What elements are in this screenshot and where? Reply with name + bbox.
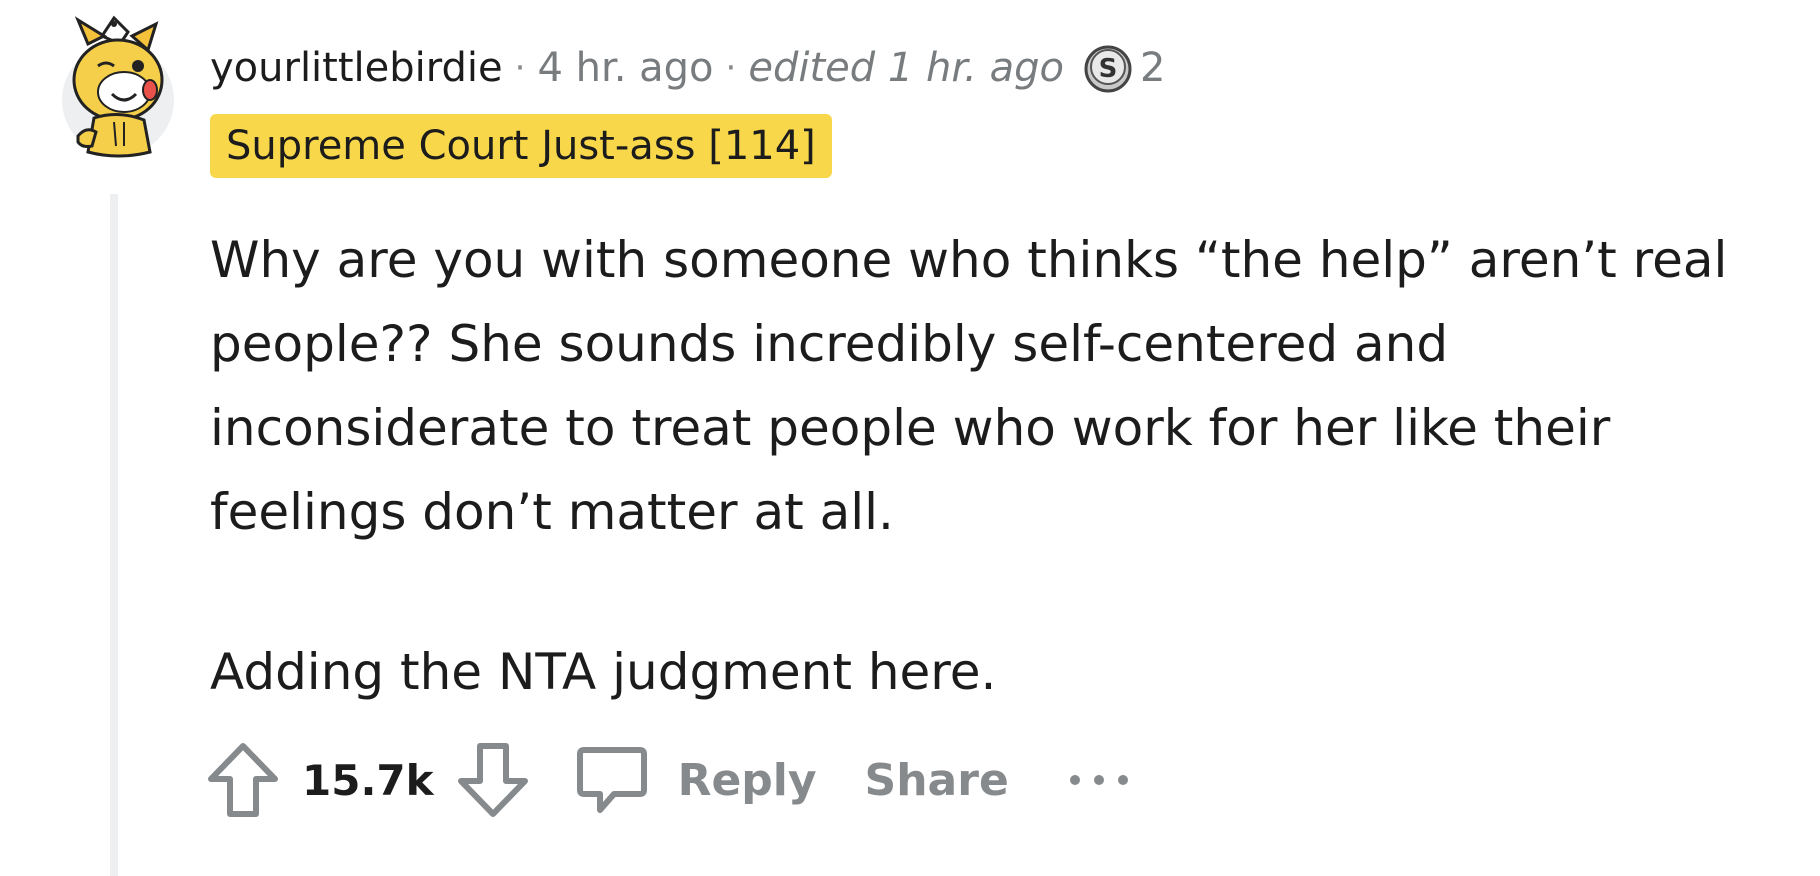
user-flair: Supreme Court Just-ass [114] (210, 114, 832, 178)
share-label: Share (864, 754, 1009, 806)
action-bar: 15.7k Reply Share (206, 740, 1131, 820)
vote-score: 15.7k (302, 755, 434, 805)
upvote-button[interactable] (206, 741, 280, 819)
award-count: 2 (1139, 45, 1166, 91)
comment-body: Why are you with someone who thinks “the… (210, 218, 1790, 714)
thread-line[interactable] (110, 194, 118, 876)
downvote-button[interactable] (456, 741, 530, 819)
downvote-arrow-icon (457, 743, 528, 817)
post-time[interactable]: 4 hr. ago (537, 45, 713, 91)
upvote-arrow-icon (208, 743, 278, 817)
reply-button[interactable]: Reply (574, 742, 817, 818)
share-button[interactable]: Share (865, 755, 1009, 806)
user-avatar[interactable] (58, 14, 176, 164)
comment-paragraph: Why are you with someone who thinks “the… (210, 231, 1728, 541)
separator-dot: · (725, 48, 737, 88)
silver-award-icon: S (1084, 45, 1132, 93)
username[interactable]: yourlittlebirdie (210, 45, 503, 91)
svg-text:S: S (1099, 54, 1118, 84)
comment: yourlittlebirdie · 4 hr. ago · edited 1 … (0, 0, 1820, 876)
separator-dot: · (514, 48, 526, 88)
reply-label: Reply (677, 754, 817, 806)
snoo-avatar-icon (72, 15, 164, 158)
comment-header: yourlittlebirdie · 4 hr. ago · edited 1 … (210, 40, 1165, 96)
speech-bubble-icon (576, 747, 647, 813)
more-options-button[interactable] (1067, 770, 1131, 790)
ellipsis-icon (1069, 775, 1128, 785)
comment-paragraph: Adding the NTA judgment here. (210, 643, 997, 701)
award[interactable]: S 2 (1082, 42, 1165, 94)
edited-time: edited 1 hr. ago (748, 45, 1064, 91)
